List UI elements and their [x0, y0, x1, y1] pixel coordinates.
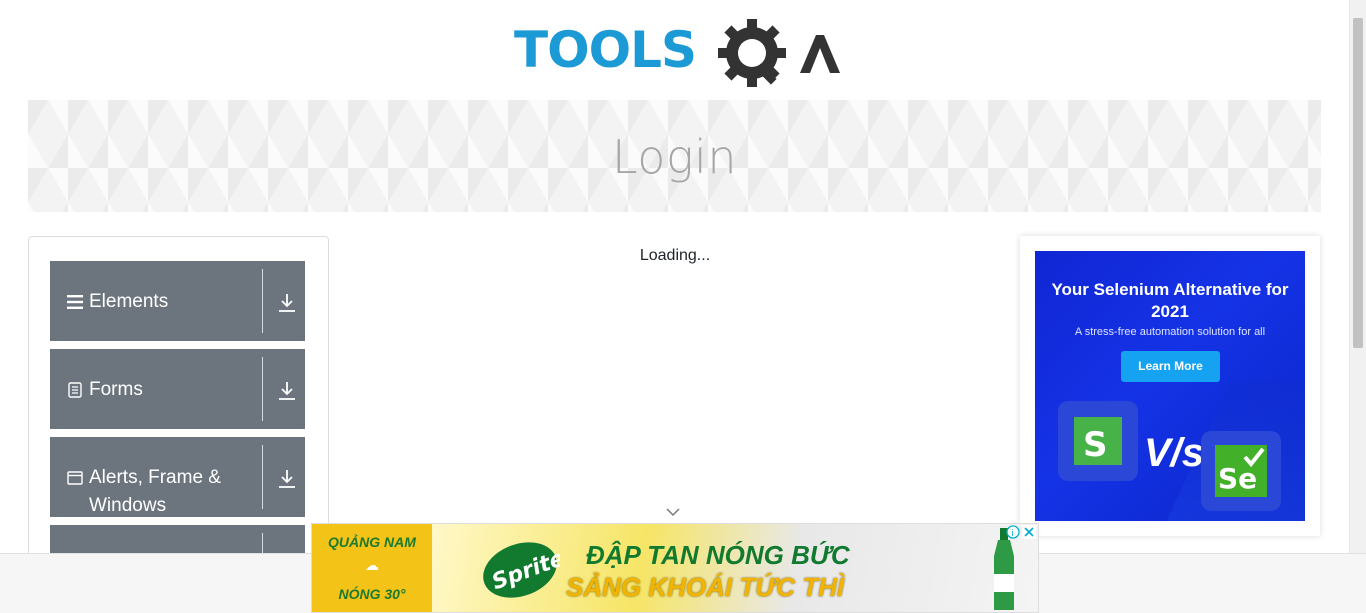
download-icon[interactable]: [278, 293, 296, 313]
learn-more-button[interactable]: Learn More: [1121, 351, 1220, 382]
cloud-icon: ☁: [365, 557, 379, 573]
page-title: Login: [611, 130, 737, 184]
sidebar-group-label: Forms: [89, 379, 143, 400]
ad-headline-1: ĐẬP TAN NÓNG BỨC: [586, 540, 850, 570]
gear-icon: [718, 19, 786, 87]
sidebar-group-forms[interactable]: Forms: [50, 349, 305, 429]
scrollbar-thumb[interactable]: [1353, 18, 1363, 348]
selenium-logo-icon: Se: [1201, 431, 1281, 511]
sprite-ad-main: Sprite ĐẬP TAN NÓNG BỨC SẢNG KHOÁI TỨC T…: [432, 524, 1039, 612]
ad-temperature: NÓNG 30°: [338, 586, 406, 602]
sidebar-group-label: Elements: [89, 291, 169, 312]
ad-city: QUẢNG NAM: [328, 534, 416, 550]
sprite-logo-icon: Sprite: [483, 542, 560, 598]
page: TOOLS Login Elements Forms Alerts, Frame…: [0, 0, 1366, 613]
list-icon: [67, 295, 83, 309]
chevron-down-icon: [666, 508, 680, 517]
divider: [262, 357, 263, 421]
ad-subtitle: A stress-free automation solution for al…: [1074, 326, 1266, 338]
page-scrollbar[interactable]: [1349, 0, 1366, 553]
right-ad-card: Your Selenium Alternative for 2021 A str…: [1020, 236, 1320, 536]
window-icon: [67, 471, 83, 485]
weather-panel: QUẢNG NAM ☁ NÓNG 30°: [312, 524, 432, 612]
recycle-icon: [1038, 554, 1039, 580]
sidebar-group-elements[interactable]: Elements: [50, 261, 305, 341]
ad-title: Your Selenium Alternative for 2021: [1051, 280, 1289, 321]
sidebar-group-label: Alerts, Frame & Windows: [89, 467, 221, 516]
divider: [262, 269, 263, 333]
download-icon[interactable]: [278, 381, 296, 401]
vs-text: V/s: [1144, 431, 1205, 475]
ad-close-icon[interactable]: [1022, 525, 1036, 539]
selenium-alternative-ad[interactable]: Your Selenium Alternative for 2021 A str…: [1035, 251, 1305, 521]
page-banner: Login: [28, 100, 1321, 212]
divider: [262, 445, 263, 509]
katalon-logo-icon: S: [1058, 401, 1138, 481]
svg-text:TOOLS: TOOLS: [514, 21, 696, 79]
svg-text:S: S: [1083, 425, 1108, 465]
document-icon: [68, 382, 82, 398]
svg-text:i: i: [1011, 529, 1014, 539]
ad-headline-2: SẢNG KHOÁI TỨC THÌ: [566, 572, 845, 602]
sprite-banner-ad[interactable]: QUẢNG NAM ☁ NÓNG 30° Sprite ĐẬP TAN NÓNG…: [311, 523, 1039, 613]
download-icon[interactable]: [278, 469, 296, 489]
sidebar-menu: Elements Forms Alerts, Frame & Windows: [28, 236, 329, 566]
toolsqa-logo[interactable]: TOOLS: [514, 15, 844, 93]
sidebar-group-alerts[interactable]: Alerts, Frame & Windows: [50, 437, 305, 517]
ad-info-icon[interactable]: i: [1006, 525, 1020, 539]
svg-text:Se: Se: [1218, 462, 1257, 495]
loading-text: Loading...: [639, 247, 711, 264]
